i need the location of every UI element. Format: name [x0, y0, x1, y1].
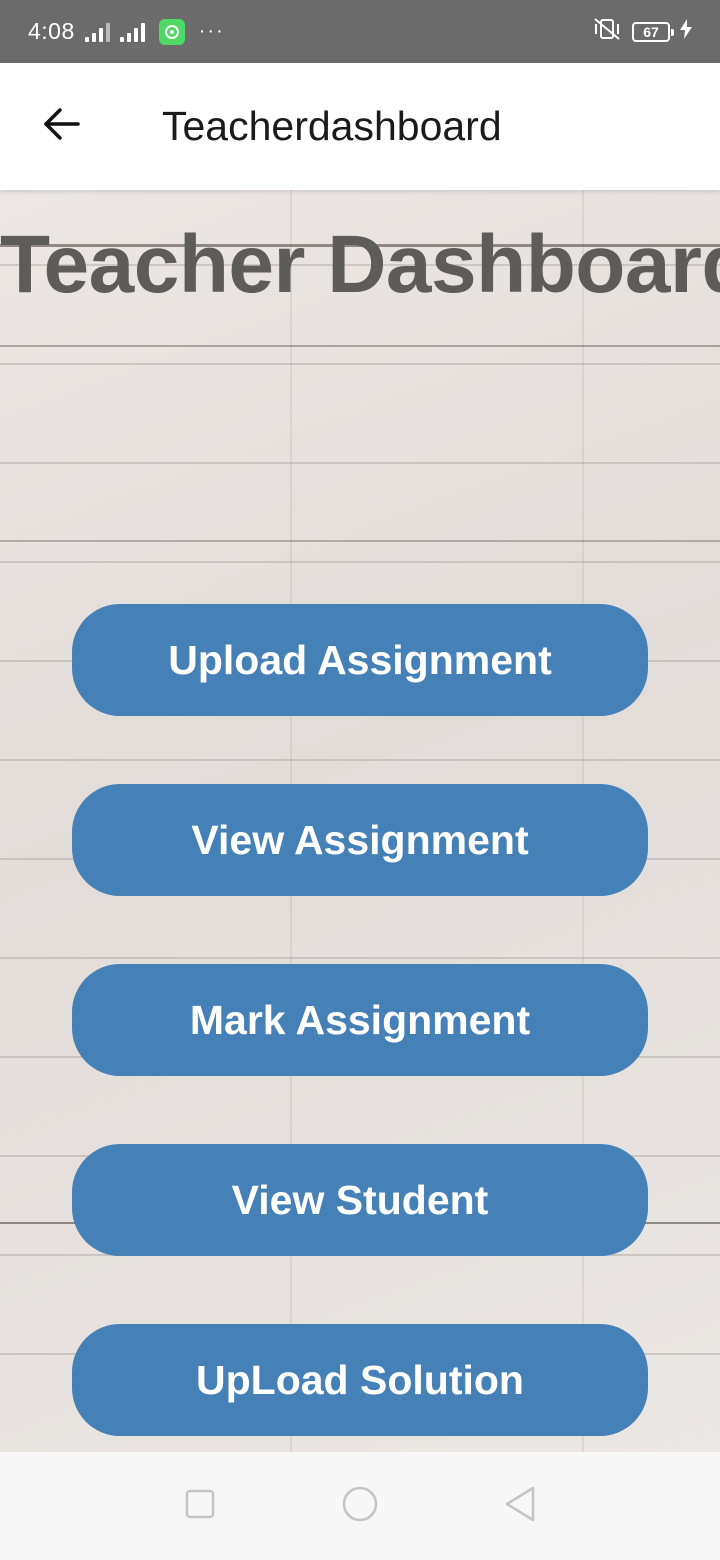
system-back-button[interactable] [490, 1476, 550, 1536]
upload-assignment-button[interactable]: Upload Assignment [72, 604, 648, 716]
signal-icon [119, 22, 145, 42]
arrow-left-icon [42, 104, 82, 149]
app-bar: Teacherdashboard [0, 63, 720, 190]
wall-seam-divider [0, 540, 720, 542]
back-triangle-icon [503, 1486, 537, 1527]
wall-seam-divider [0, 345, 720, 347]
upload-solution-button[interactable]: UpLoad Solution [72, 1324, 648, 1436]
home-button[interactable] [330, 1476, 390, 1536]
recents-square-icon [184, 1488, 216, 1525]
charging-icon [680, 19, 692, 44]
app-screen: 4:08 ··· 67 Teacherdashboard Teacher Das… [0, 0, 720, 1560]
dashboard-content: Teacher Dashboard Upload Assignment View… [0, 190, 720, 1452]
vibrate-icon [592, 17, 622, 46]
home-circle-icon [341, 1485, 379, 1528]
status-bar: 4:08 ··· 67 [0, 0, 720, 63]
back-button[interactable] [30, 95, 94, 159]
view-student-button[interactable]: View Student [72, 1144, 648, 1256]
battery-level: 67 [643, 23, 659, 40]
recents-button[interactable] [170, 1476, 230, 1536]
signal-icon [84, 22, 110, 42]
app-bar-title: Teacherdashboard [162, 103, 502, 149]
battery-icon: 67 [632, 21, 674, 42]
system-nav-bar [0, 1452, 720, 1560]
dashboard-heading: Teacher Dashboard [0, 219, 720, 310]
status-left-group: 4:08 ··· [28, 18, 225, 45]
chat-app-icon [158, 18, 185, 45]
status-right-group: 67 [592, 17, 692, 46]
status-time: 4:08 [28, 18, 75, 44]
view-assignment-button[interactable]: View Assignment [72, 784, 648, 896]
more-dots-icon: ··· [198, 20, 225, 42]
mark-assignment-button[interactable]: Mark Assignment [72, 964, 648, 1076]
